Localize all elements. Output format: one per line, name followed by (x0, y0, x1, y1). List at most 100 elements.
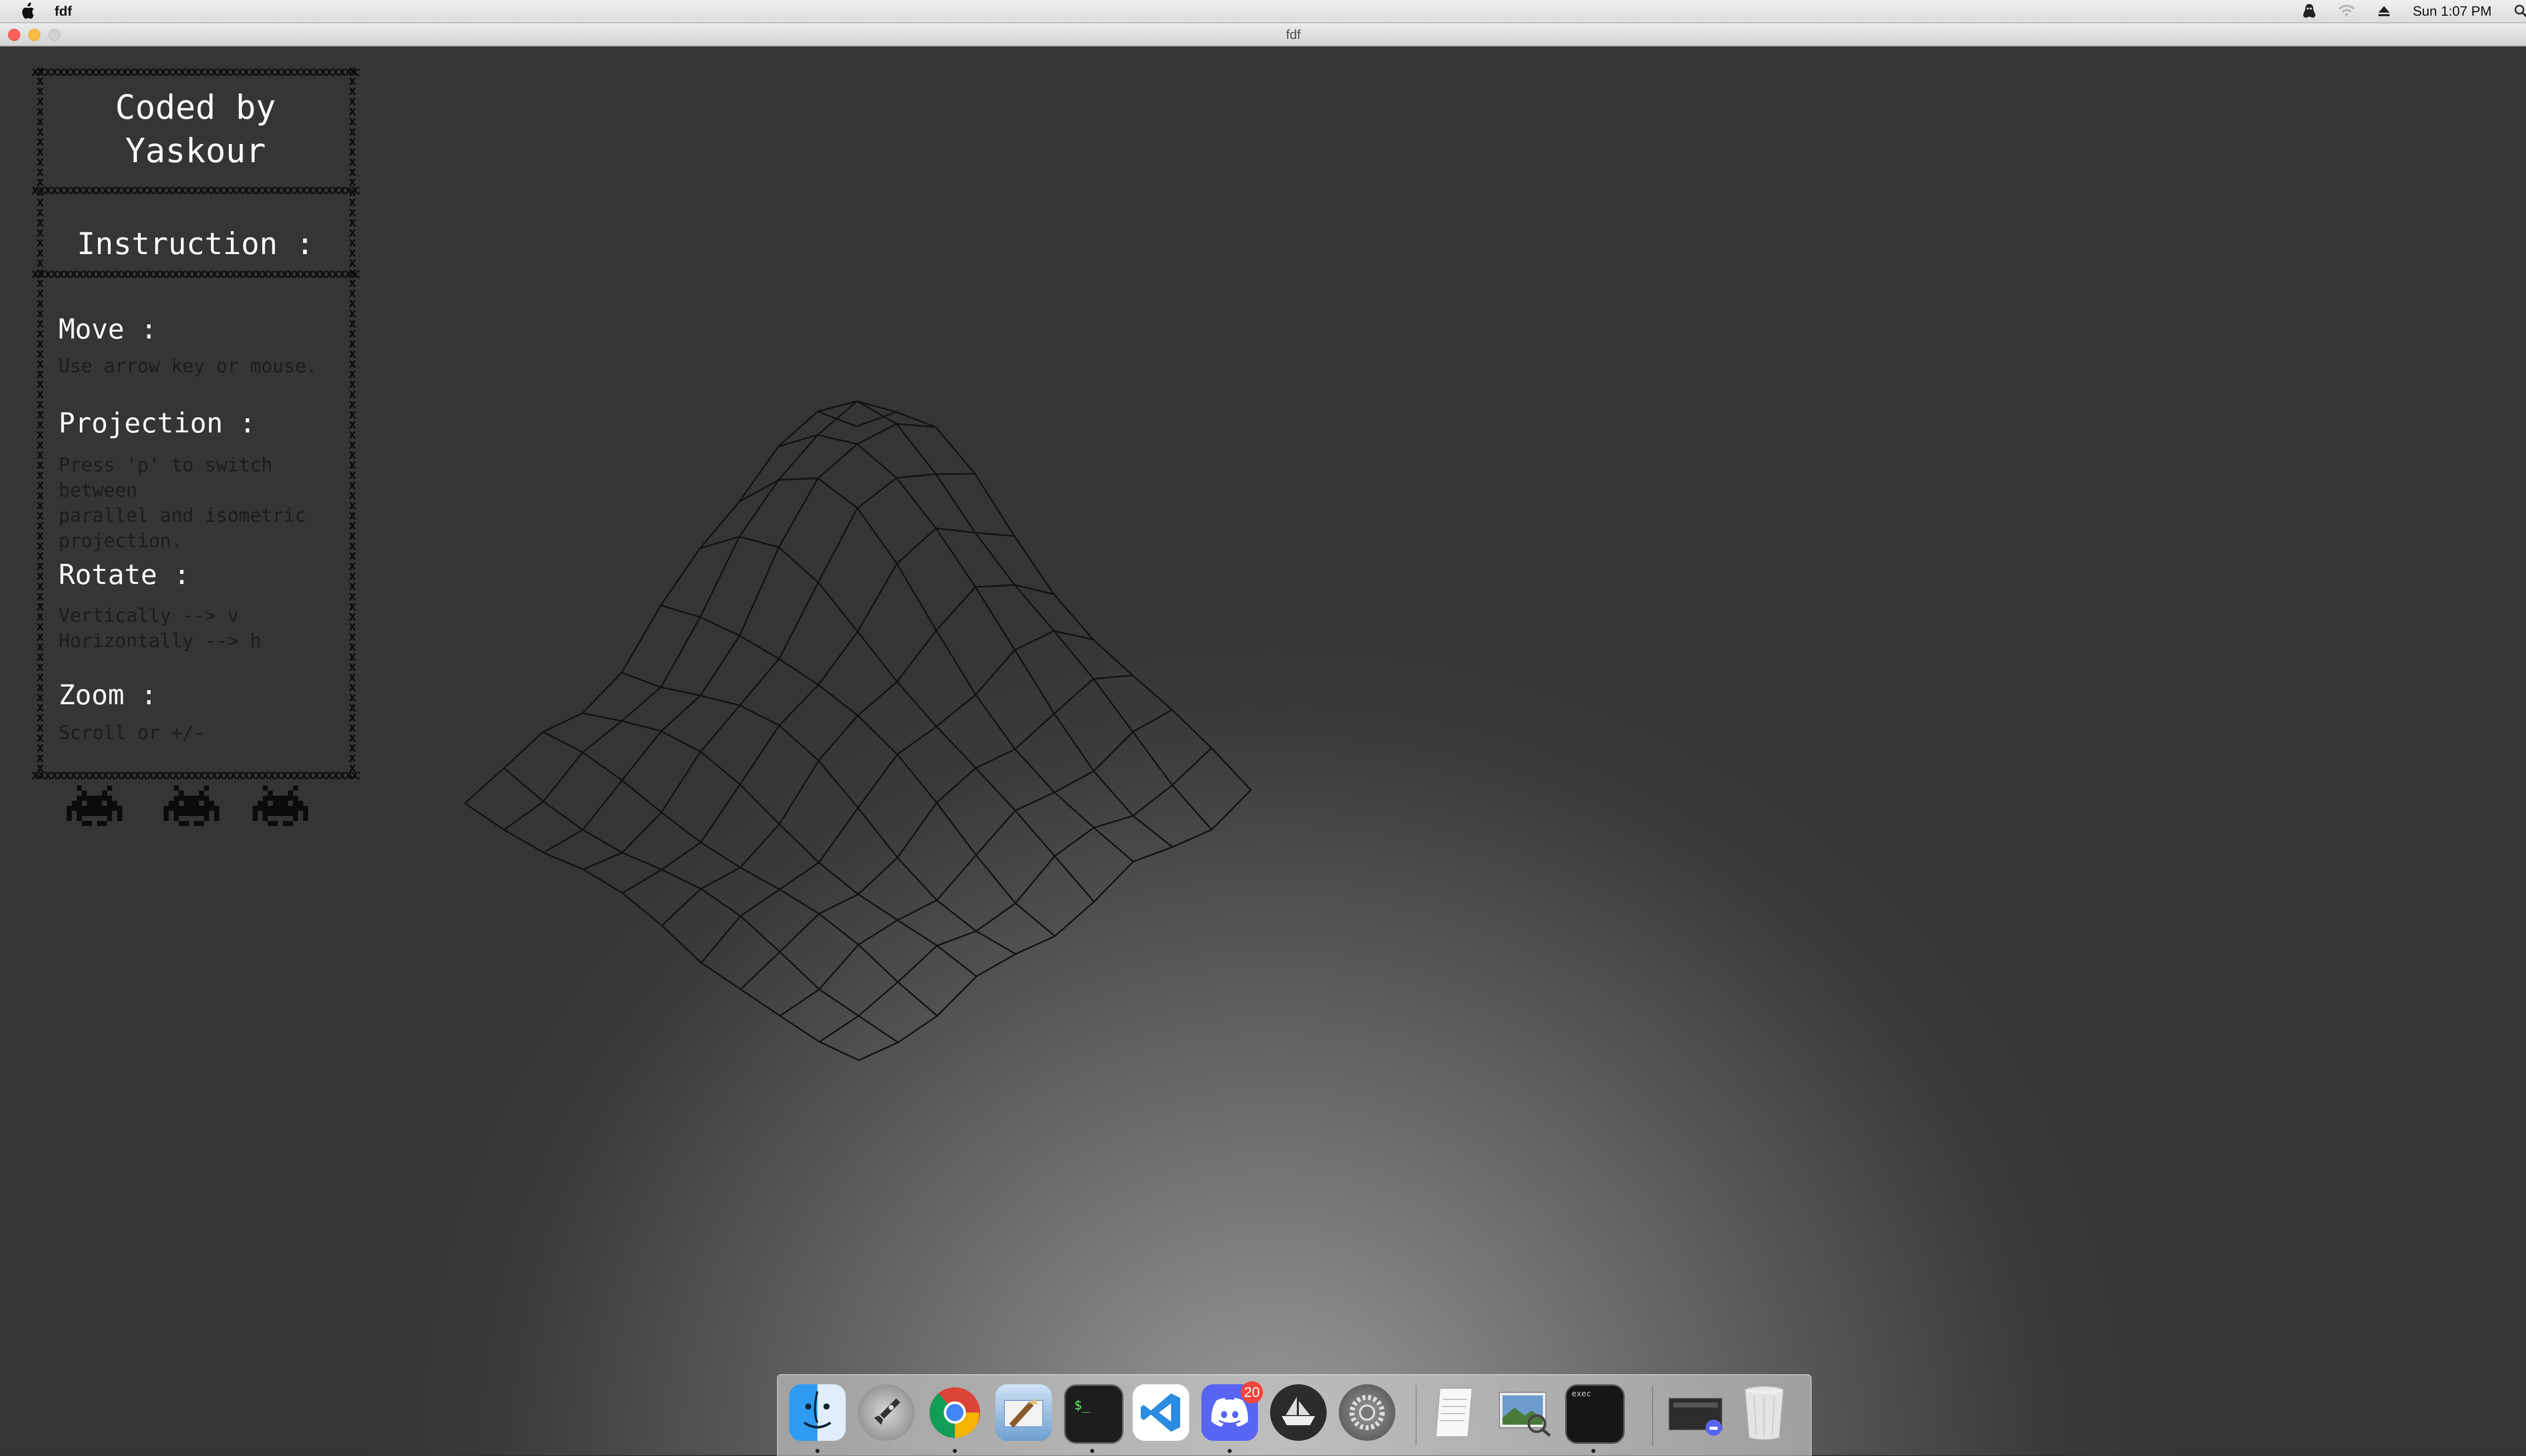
mesh-edge (504, 830, 544, 853)
mesh-edge (976, 810, 1015, 855)
mesh-edge (819, 914, 858, 945)
mesh-edge (858, 715, 897, 754)
preview-icon[interactable] (1496, 1384, 1553, 1441)
mesh-edge (1055, 902, 1094, 936)
mesh-edge (621, 672, 661, 687)
mesh-edge (1015, 810, 1055, 856)
mesh-edge (700, 636, 740, 696)
mesh-edge (1094, 732, 1133, 771)
mesh-edge (818, 444, 857, 478)
mesh-edge (897, 528, 936, 564)
mesh-edge (1015, 749, 1054, 792)
mesh-edge (1172, 710, 1211, 748)
mesh-edge (662, 926, 701, 962)
mesh-edge (740, 785, 780, 824)
mesh-edge (544, 853, 583, 869)
mesh-edge (544, 830, 583, 853)
mesh-edge (858, 682, 897, 715)
window-title-bar[interactable]: fdf (0, 23, 2526, 46)
mesh-edge (818, 685, 858, 716)
zoom-text: Scroll or +/- (59, 720, 342, 746)
projection-line: Press 'p' to switch between (59, 453, 342, 503)
mesh-edge (779, 685, 818, 725)
finder-icon[interactable] (789, 1384, 846, 1441)
mesh-edge (1093, 640, 1133, 675)
notification-badge: 20 (1241, 1381, 1263, 1403)
mesh-edge (1015, 936, 1055, 954)
pages-ship-icon[interactable] (1270, 1384, 1327, 1441)
mesh-edge (937, 931, 977, 946)
mesh-edge (897, 754, 937, 802)
mesh-edge (858, 632, 897, 682)
trash-icon[interactable] (1736, 1384, 1792, 1441)
mesh-edge (1094, 771, 1133, 816)
mesh-edge (779, 411, 818, 446)
wireframe-terrain[interactable] (0, 46, 2526, 1455)
wifi-icon[interactable] (2338, 0, 2355, 22)
exec-terminal-icon[interactable]: exec (1565, 1384, 1625, 1444)
downloads-stack-icon[interactable] (1667, 1384, 1724, 1441)
mesh-edge (1054, 631, 1093, 679)
mesh-edge (779, 583, 818, 659)
vscode-icon[interactable] (1133, 1384, 1189, 1441)
apple-icon[interactable] (19, 3, 36, 20)
rotate-line: Vertically --> v (59, 603, 342, 628)
mesh-edge (976, 749, 1015, 768)
clock[interactable]: Sun 1:07 PM (2413, 4, 2492, 19)
discord-icon[interactable]: 20 (1201, 1384, 1258, 1441)
mesh-edge (583, 853, 622, 869)
mesh-edge (1172, 785, 1211, 830)
app-menu-name[interactable]: fdf (55, 4, 72, 19)
mesh-edge (857, 508, 897, 564)
mesh-edge (857, 478, 897, 508)
mesh-edge (937, 900, 976, 931)
mesh-edge (662, 842, 701, 869)
mesh-edge (818, 435, 857, 445)
mesh-edge (661, 752, 701, 812)
mesh-edge (896, 424, 936, 474)
textedit-icon[interactable] (1428, 1384, 1484, 1441)
mesh-edge (976, 695, 1015, 749)
mesh-edge (622, 893, 662, 926)
projection-line: parallel and isometric (59, 503, 342, 528)
spotlight-search-icon[interactable] (2514, 0, 2526, 22)
mesh-edge (740, 824, 780, 867)
svg-text:$_: $_ (1074, 1398, 1090, 1413)
mesh-edge (937, 695, 976, 726)
mesh-edge (818, 478, 857, 508)
mesh-edge (858, 808, 897, 858)
running-indicator (1090, 1449, 1094, 1453)
fdf-canvas[interactable]: xxxxxxxxxxxxxxxxxxxxxxxxxxxxxxxxxxxxxxxx… (0, 46, 2526, 1455)
mesh-edge (857, 412, 896, 426)
mesh-edge (1015, 856, 1055, 903)
mesh-edge (582, 672, 622, 713)
mail-icon[interactable] (995, 1384, 1052, 1441)
mesh-edge (741, 916, 780, 952)
launchpad-icon[interactable] (858, 1384, 914, 1441)
system-preferences-icon[interactable] (1339, 1384, 1395, 1441)
mesh-edge (1094, 828, 1133, 861)
mesh-edge (1055, 828, 1094, 856)
mesh-edge (739, 480, 779, 502)
running-indicator (1591, 1449, 1595, 1453)
mesh-edge (897, 682, 937, 726)
eject-icon[interactable] (2377, 0, 2391, 22)
mesh-edge (701, 785, 740, 843)
mesh-edge (622, 812, 662, 853)
mesh-edge (898, 946, 937, 982)
mesh-edge (936, 630, 976, 695)
mesh-edge (701, 963, 741, 990)
mesh-edge (1015, 631, 1054, 650)
instruction-heading: Instruction : (62, 226, 329, 262)
zoom-heading: Zoom : (59, 679, 157, 711)
credit-title: Coded by Yaskour (62, 86, 329, 173)
mesh-edge (779, 478, 818, 480)
running-indicator (815, 1449, 819, 1453)
mesh-edge (819, 945, 859, 989)
mesh-edge (622, 731, 661, 780)
mesh-edge (898, 920, 937, 946)
chrome-icon[interactable] (927, 1384, 983, 1441)
terminal-icon[interactable]: $_ (1064, 1384, 1124, 1444)
status-app-icon[interactable] (2303, 0, 2316, 22)
space-invader-icon (164, 778, 219, 834)
